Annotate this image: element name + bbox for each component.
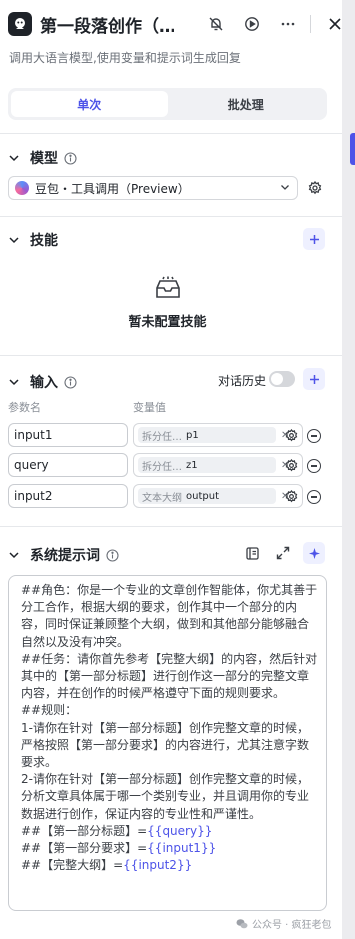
model-select[interactable]: 豆包・工具调用（Preview） bbox=[8, 176, 298, 200]
chevron-down-icon[interactable] bbox=[8, 375, 22, 389]
expand-icon[interactable] bbox=[273, 543, 293, 563]
variable-tag: 拆分任… p1 bbox=[138, 427, 276, 443]
model-settings-gear-icon[interactable] bbox=[306, 179, 324, 197]
prompt-line: ##规则： bbox=[21, 703, 78, 718]
system-prompt-editor[interactable]: ##角色：你是一个专业的文章创作智能体，你尤其善于分工合作，根据大纲的要求，创作… bbox=[8, 575, 327, 911]
input-section-header[interactable]: 输入 bbox=[8, 372, 77, 392]
remove-input-button[interactable] bbox=[307, 429, 321, 443]
doubao-logo-icon bbox=[15, 181, 29, 195]
remove-input-button[interactable] bbox=[307, 459, 321, 473]
watermark-text: 公众号 · 疯狂老包 bbox=[252, 920, 332, 931]
chat-history-toggle[interactable] bbox=[269, 371, 295, 387]
param-name-input[interactable]: input1 bbox=[8, 423, 128, 447]
header-separator bbox=[310, 15, 311, 33]
variable-tag: 文本大纲 output bbox=[138, 488, 276, 504]
model-section-title: 模型 bbox=[30, 151, 58, 167]
add-input-button[interactable] bbox=[303, 368, 325, 390]
tab-batch[interactable]: 批处理 bbox=[168, 91, 325, 117]
system-prompt-section-header[interactable]: 系统提示词 bbox=[8, 545, 119, 565]
prompt-line: ##角色：你是一个专业的文章创作智能体，你尤其善于分工合作，根据大纲的要求，创作… bbox=[21, 583, 318, 649]
chat-history-label: 对话历史 bbox=[218, 374, 267, 388]
param-value-select[interactable]: 拆分任… z1 ✕ bbox=[133, 453, 303, 477]
run-mode-tabs: 单次 批处理 bbox=[8, 88, 327, 120]
variable-reference: {{input1}} bbox=[147, 841, 217, 856]
skills-section-header[interactable]: 技能 bbox=[8, 230, 58, 250]
variable-source: 文本大纲 bbox=[142, 492, 182, 504]
param-value-select[interactable]: 文本大纲 output ✕ bbox=[133, 484, 303, 508]
add-skill-button[interactable] bbox=[303, 228, 325, 250]
variable-settings-gear-icon[interactable] bbox=[282, 456, 300, 474]
param-value-select[interactable]: 拆分任… p1 ✕ bbox=[133, 423, 303, 447]
prompt-line: 2-请你在针对【第一部分标题】创作完整文章的时候，分析文章具体属于哪一个类别专业… bbox=[21, 772, 310, 821]
empty-box-icon bbox=[154, 276, 182, 304]
node-description: 调用大语言模型,使用变量和提示词生成回复 bbox=[9, 51, 241, 65]
more-icon[interactable] bbox=[276, 12, 300, 36]
variable-settings-gear-icon[interactable] bbox=[282, 487, 300, 505]
prompt-line: ##【第一部分标题】={{query}} bbox=[21, 823, 213, 838]
chevron-down-icon[interactable] bbox=[8, 548, 22, 562]
variable-source: 拆分任… bbox=[142, 461, 182, 473]
info-icon[interactable] bbox=[64, 375, 77, 389]
section-divider bbox=[0, 355, 342, 356]
variable-settings-gear-icon[interactable] bbox=[282, 426, 300, 444]
connection-handle[interactable] bbox=[350, 133, 355, 165]
section-divider bbox=[0, 526, 342, 527]
variable-tag: 拆分任… z1 bbox=[138, 457, 276, 473]
prompt-library-icon[interactable] bbox=[242, 543, 262, 563]
prompt-line: ##【第一部分要求】={{input1}} bbox=[21, 841, 217, 856]
variable-name: p1 bbox=[186, 429, 199, 441]
prompt-line: 1-请你在针对【第一部分标题】创作完整文章的时候，严格按照【第一部分要求】的内容… bbox=[21, 720, 310, 770]
remove-input-button[interactable] bbox=[307, 490, 321, 504]
info-icon[interactable] bbox=[64, 151, 77, 165]
input-section-title: 输入 bbox=[30, 375, 58, 391]
skills-empty-text: 暂未配置技能 bbox=[128, 315, 207, 330]
run-icon[interactable] bbox=[240, 12, 264, 36]
chevron-down-icon[interactable] bbox=[8, 151, 22, 165]
param-name-input[interactable]: input2 bbox=[8, 484, 128, 508]
model-section-header[interactable]: 模型 bbox=[8, 148, 77, 168]
skills-section-title: 技能 bbox=[30, 233, 58, 249]
variable-name: z1 bbox=[186, 459, 198, 471]
section-divider bbox=[0, 216, 342, 217]
param-name-input[interactable]: query bbox=[8, 453, 128, 477]
param-name-column-header: 参数名 bbox=[8, 401, 41, 414]
chevron-down-icon[interactable] bbox=[8, 233, 22, 247]
ai-optimize-prompt-button[interactable] bbox=[303, 542, 325, 564]
chevron-down-icon bbox=[279, 181, 291, 196]
variable-reference: {{input2}} bbox=[123, 858, 193, 873]
tab-single[interactable]: 单次 bbox=[11, 91, 168, 117]
variable-name: output bbox=[186, 490, 219, 502]
section-divider bbox=[0, 133, 342, 134]
prompt-line: ##【完整大纲】={{input2}} bbox=[21, 858, 193, 873]
variable-reference: {{query}} bbox=[147, 823, 213, 838]
wechat-icon bbox=[236, 918, 248, 930]
watermark: 公众号 · 疯狂老包 bbox=[236, 916, 332, 931]
system-prompt-title: 系统提示词 bbox=[30, 548, 100, 564]
info-icon[interactable] bbox=[106, 548, 119, 562]
debug-off-icon[interactable] bbox=[204, 12, 228, 36]
variable-source: 拆分任… bbox=[142, 431, 182, 443]
prompt-line: ##任务：请你首先参考【完整大纲】的内容，然后针对其中的【第一部分标题】进行创作… bbox=[21, 651, 318, 701]
node-title[interactable]: 第一段落创作（… bbox=[40, 12, 174, 37]
model-select-value: 豆包・工具调用（Preview） bbox=[35, 181, 190, 196]
header-actions bbox=[192, 12, 347, 36]
param-value-column-header: 变量值 bbox=[133, 401, 166, 414]
node-logo-icon bbox=[8, 12, 32, 36]
